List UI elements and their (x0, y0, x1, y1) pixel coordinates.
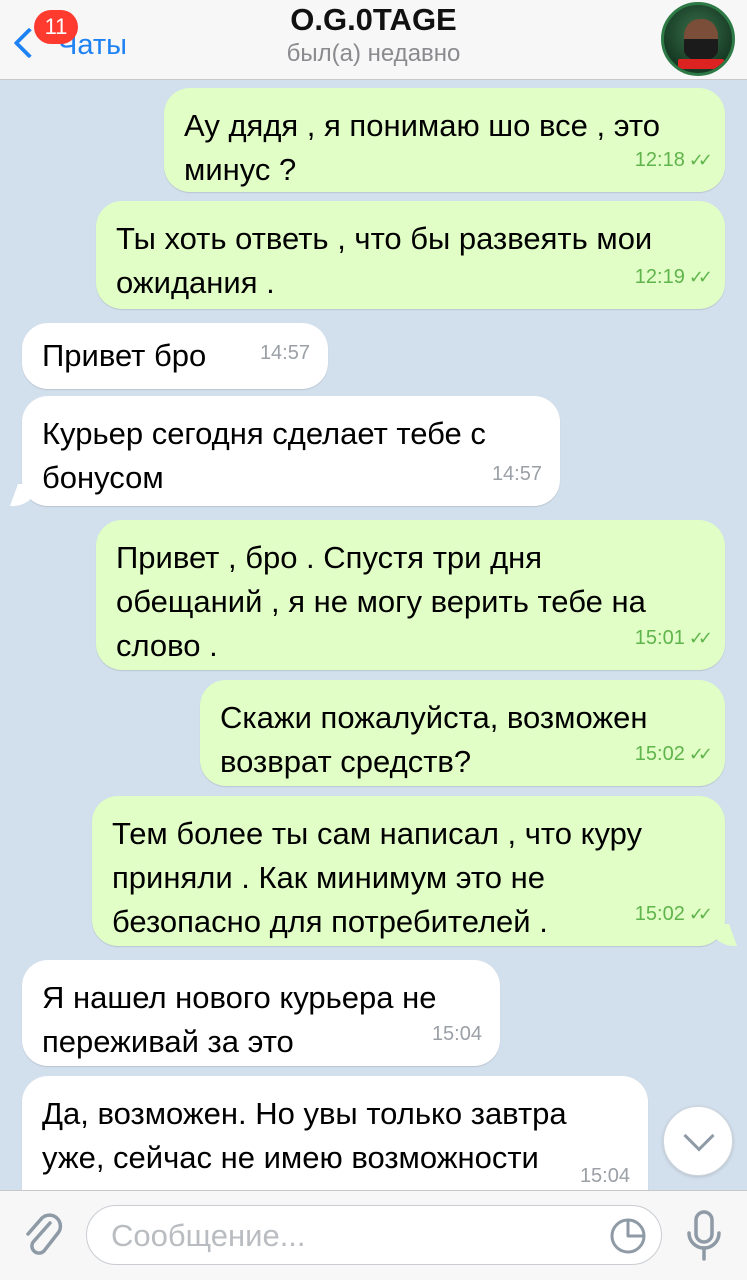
paperclip-icon[interactable] (20, 1209, 64, 1259)
scroll-to-bottom-button[interactable] (663, 1106, 733, 1176)
message-bubble[interactable]: Привет , бро . Спустя три дня обещаний ,… (96, 520, 725, 670)
sticker-icon[interactable] (609, 1217, 647, 1255)
chat-header: Чаты 11 O.G.0TAGE был(а) недавно (0, 0, 747, 80)
read-checkmarks-icon: ✓✓ (688, 628, 713, 648)
message-input[interactable] (111, 1214, 591, 1258)
message-time: 15:04 (579, 1165, 630, 1187)
read-checkmarks-icon: ✓✓ (688, 904, 713, 924)
message-time: 15:02 (634, 743, 685, 765)
message-text: Да, возможен. Но увы только завтра уже, … (42, 1096, 567, 1175)
read-checkmarks-icon: ✓✓ (688, 744, 713, 764)
message-time: 15:01 (634, 627, 685, 649)
message-bubble[interactable]: Курьер сегодня сделает тебе с бонусом 14… (22, 396, 560, 506)
message-bubble[interactable]: Привет бро 14:57 (22, 323, 328, 389)
message-bubble[interactable]: Ау дядя , я понимаю шо все , это минус ?… (164, 88, 725, 192)
message-list[interactable]: Ау дядя , я понимаю шо все , это минус ?… (0, 80, 747, 1190)
avatar[interactable] (661, 2, 735, 76)
microphone-icon[interactable] (684, 1209, 724, 1263)
message-composer (0, 1190, 747, 1280)
message-text: Ау дядя , я понимаю шо все , это минус ? (184, 108, 660, 187)
message-text: Тем более ты сам написал , что куру прин… (112, 816, 643, 939)
read-checkmarks-icon: ✓✓ (688, 267, 713, 287)
message-time: 15:02 (634, 903, 685, 925)
message-text: Скажи пожалуйста, возможен возврат средс… (220, 700, 648, 779)
message-time: 14:57 (259, 342, 310, 364)
message-input-field[interactable] (86, 1205, 662, 1265)
message-bubble[interactable]: Ты хоть ответь , что бы развеять мои ожи… (96, 201, 725, 309)
message-bubble[interactable]: Скажи пожалуйста, возможен возврат средс… (200, 680, 725, 786)
message-bubble[interactable]: Я нашел нового курьера не переживай за э… (22, 960, 500, 1066)
chevron-down-icon (683, 1120, 715, 1152)
message-bubble[interactable]: Тем более ты сам написал , что куру прин… (92, 796, 725, 946)
chat-title[interactable]: O.G.0TAGE (0, 2, 747, 38)
message-text: Ты хоть ответь , что бы развеять мои ожи… (116, 221, 653, 300)
read-checkmarks-icon: ✓✓ (688, 150, 713, 170)
message-bubble[interactable]: Да, возможен. Но увы только завтра уже, … (22, 1076, 648, 1190)
message-time: 15:04 (431, 1023, 482, 1045)
message-text: Курьер сегодня сделает тебе с бонусом (42, 416, 486, 495)
last-seen-status: был(а) недавно (286, 40, 461, 67)
message-time: 12:18 (634, 149, 685, 171)
message-text: Я нашел нового курьера не переживай за э… (42, 980, 437, 1059)
message-text: Привет , бро . Спустя три дня обещаний ,… (116, 540, 646, 663)
message-time: 12:19 (634, 266, 685, 288)
message-time: 14:57 (491, 463, 542, 485)
